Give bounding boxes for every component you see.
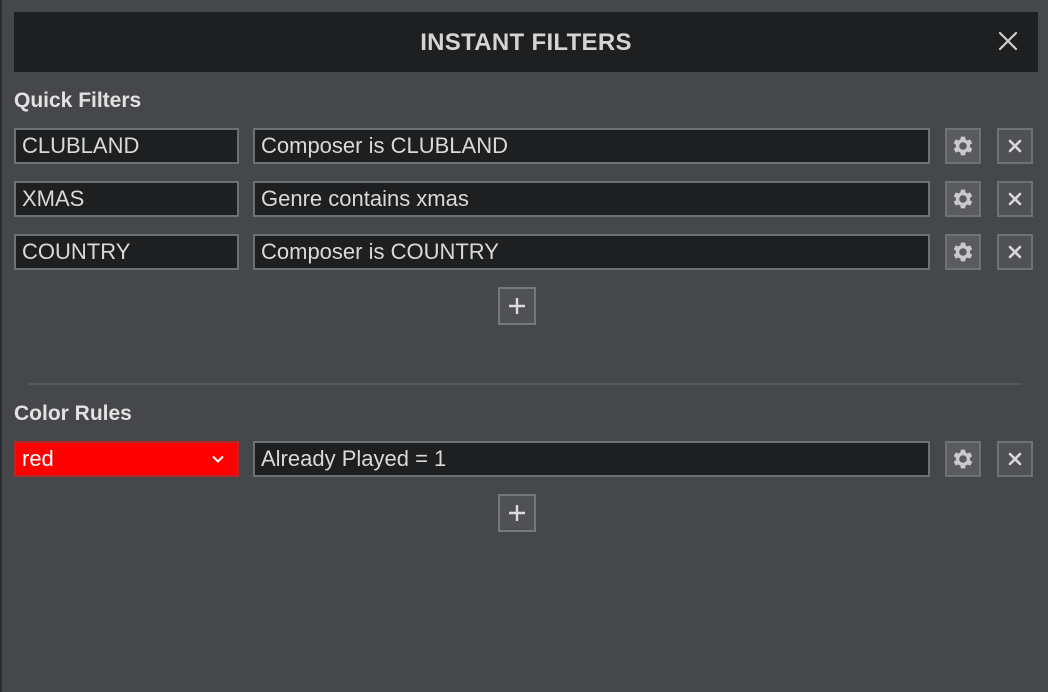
color-rule-row: red Already Played = 1 — [14, 441, 1038, 481]
close-icon — [1008, 245, 1022, 259]
close-icon — [1008, 139, 1022, 153]
filter-name-field[interactable]: CLUBLAND — [14, 128, 239, 164]
close-icon — [1008, 192, 1022, 206]
gear-icon — [953, 136, 973, 156]
color-rule-field[interactable]: Already Played = 1 — [253, 441, 930, 477]
color-select[interactable]: red — [14, 441, 239, 477]
color-rule-settings-button[interactable] — [945, 441, 981, 477]
filter-name-field[interactable]: COUNTRY — [14, 234, 239, 270]
close-icon[interactable] — [996, 29, 1020, 53]
quick-filter-row: COUNTRY Composer is COUNTRY — [14, 234, 1038, 274]
filter-remove-button[interactable] — [997, 234, 1033, 270]
filter-rule-field[interactable]: Composer is CLUBLAND — [253, 128, 930, 164]
filter-remove-button[interactable] — [997, 181, 1033, 217]
plus-icon — [509, 298, 525, 314]
quick-filter-row: XMAS Genre contains xmas — [14, 181, 1038, 221]
gear-icon — [953, 242, 973, 262]
filter-remove-button[interactable] — [997, 128, 1033, 164]
instant-filters-dialog: INSTANT FILTERS Quick Filters CLUBLAND C… — [2, 0, 1048, 692]
quick-filters-heading: Quick Filters — [14, 89, 142, 112]
add-quick-filter-button[interactable] — [498, 287, 536, 325]
filter-settings-button[interactable] — [945, 234, 981, 270]
plus-icon — [509, 505, 525, 521]
filter-settings-button[interactable] — [945, 181, 981, 217]
filter-name-field[interactable]: XMAS — [14, 181, 239, 217]
close-icon — [1008, 452, 1022, 466]
gear-icon — [953, 449, 973, 469]
gear-icon — [953, 189, 973, 209]
dialog-title: INSTANT FILTERS — [420, 29, 632, 56]
color-rules-heading: Color Rules — [14, 402, 132, 425]
filter-rule-field[interactable]: Genre contains xmas — [253, 181, 930, 217]
quick-filter-row: CLUBLAND Composer is CLUBLAND — [14, 128, 1038, 168]
color-select-value: red — [22, 446, 54, 471]
section-divider — [28, 383, 1022, 385]
dialog-titlebar: INSTANT FILTERS — [14, 12, 1038, 72]
filter-rule-field[interactable]: Composer is COUNTRY — [253, 234, 930, 270]
color-rule-remove-button[interactable] — [997, 441, 1033, 477]
chevron-down-icon — [212, 455, 224, 463]
add-color-rule-button[interactable] — [498, 494, 536, 532]
filter-settings-button[interactable] — [945, 128, 981, 164]
